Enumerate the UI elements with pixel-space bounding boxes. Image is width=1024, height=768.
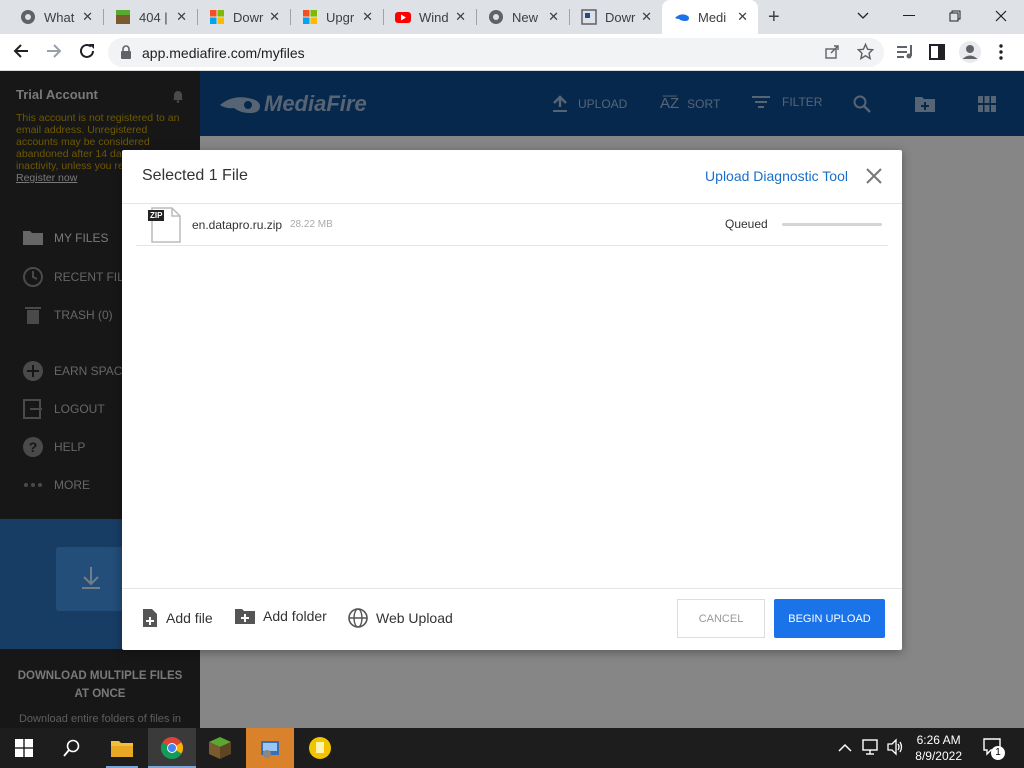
divider: [122, 588, 902, 589]
youtube-icon: [395, 9, 411, 25]
add-folder-icon: [235, 609, 255, 624]
address-bar[interactable]: app.mediafire.com/myfiles: [108, 38, 884, 67]
tab-title: Wind: [419, 9, 449, 25]
add-file-label: Add file: [166, 610, 213, 626]
browser-tab-strip: What ✕ 404 | ✕ Dowr ✕ Upgr ✕ Wind ✕ New …: [0, 0, 1024, 34]
add-folder-button[interactable]: Add folder: [235, 608, 327, 624]
upload-modal: Selected 1 File Upload Diagnostic Tool Z…: [122, 150, 902, 650]
start-button[interactable]: [0, 728, 48, 768]
begin-upload-button[interactable]: BEGIN UPLOAD: [774, 599, 885, 638]
url-text: app.mediafire.com/myfiles: [142, 45, 305, 61]
tab-title: What: [44, 9, 75, 25]
notes-app[interactable]: [296, 728, 344, 768]
browser-tab[interactable]: Dowr ✕: [569, 0, 662, 34]
mediafire-icon: [674, 9, 690, 25]
tab-title: Medi: [698, 9, 727, 25]
media-control-icon[interactable]: [897, 44, 914, 65]
browser-tab[interactable]: Dowr ✕: [197, 0, 291, 34]
forward-icon[interactable]: [45, 42, 63, 65]
minecraft-taskbar-icon: [209, 737, 231, 759]
file-row: ZIP en.datapro.ru.zip 28.22 MB Queued: [136, 204, 888, 246]
minecraft-icon: [115, 9, 131, 25]
minimize-icon[interactable]: [886, 0, 932, 32]
browser-tab[interactable]: Wind ✕: [383, 0, 477, 34]
installer-icon: [261, 741, 279, 758]
upload-progress-bar: [782, 223, 882, 226]
microsoft-icon: [209, 9, 225, 25]
file-name: en.datapro.ru.zip: [192, 218, 283, 232]
browser-tab[interactable]: Upgr ✕: [290, 0, 384, 34]
browser-tab[interactable]: New ✕: [476, 0, 570, 34]
add-folder-label: Add folder: [263, 608, 327, 624]
clock-date: 8/9/2022: [915, 749, 962, 763]
windows-icon: [15, 739, 33, 757]
file-explorer-icon: [111, 741, 133, 757]
share-icon[interactable]: [824, 44, 840, 65]
file-size: 28.22 MB: [290, 219, 333, 230]
tab-title: Dowr: [605, 9, 636, 25]
file-explorer-app[interactable]: [98, 728, 146, 768]
browser-tab[interactable]: What ✕: [8, 0, 104, 34]
close-tab-icon[interactable]: ✕: [455, 9, 466, 25]
cancel-button[interactable]: CANCEL: [677, 599, 765, 638]
volume-icon[interactable]: [886, 738, 904, 761]
web-upload-button[interactable]: Web Upload: [348, 608, 453, 628]
close-window-icon[interactable]: [978, 0, 1024, 32]
taskbar-search-icon: [63, 739, 80, 757]
add-file-button[interactable]: Add file: [142, 608, 213, 628]
browser-tab[interactable]: 404 | ✕: [103, 0, 198, 34]
web-upload-label: Web Upload: [376, 610, 453, 626]
show-hidden-icons[interactable]: [838, 740, 852, 758]
chrome-icon: [488, 9, 504, 25]
close-tab-icon[interactable]: ✕: [641, 9, 652, 25]
notification-center-icon[interactable]: 1: [983, 738, 1005, 761]
tab-search-icon[interactable]: [840, 0, 886, 32]
browser-toolbar: app.mediafire.com/myfiles: [0, 34, 1024, 71]
profile-avatar[interactable]: [959, 41, 981, 68]
search-button[interactable]: [48, 728, 96, 768]
chrome-icon: [20, 9, 36, 25]
close-tab-icon[interactable]: ✕: [269, 9, 280, 25]
upload-diagnostic-link[interactable]: Upload Diagnostic Tool: [705, 168, 848, 184]
modal-title: Selected 1 File: [142, 167, 248, 184]
globe-icon: [348, 608, 368, 628]
restore-icon[interactable]: [932, 0, 978, 32]
network-icon[interactable]: [862, 738, 880, 761]
page-icon: [581, 9, 597, 25]
close-tab-icon[interactable]: ✕: [548, 9, 559, 25]
file-status: Queued: [725, 217, 768, 231]
chrome-menu-icon[interactable]: [999, 44, 1003, 65]
tab-title: New: [512, 9, 539, 25]
close-tab-icon[interactable]: ✕: [82, 9, 93, 25]
chrome-app[interactable]: [148, 728, 196, 768]
installer-app[interactable]: [246, 728, 294, 768]
notification-count-badge: 1: [991, 746, 1005, 760]
bookmark-star-icon[interactable]: [856, 42, 875, 65]
side-panel-icon[interactable]: [929, 44, 945, 65]
system-clock[interactable]: 6:26 AM 8/9/2022: [915, 732, 962, 764]
zip-file-icon: ZIP: [148, 207, 182, 248]
browser-tab-active[interactable]: Medi ✕: [662, 0, 758, 34]
lock-icon: [120, 45, 132, 64]
reload-icon[interactable]: [78, 42, 96, 65]
new-tab-icon[interactable]: +: [768, 6, 780, 29]
tab-title: Upgr: [326, 9, 355, 25]
back-icon[interactable]: [12, 42, 30, 65]
minecraft-app[interactable]: [196, 728, 244, 768]
add-file-icon: [143, 609, 157, 627]
zip-badge: ZIP: [148, 210, 165, 221]
close-icon[interactable]: [864, 166, 884, 186]
tab-title: 404 |: [139, 9, 168, 25]
microsoft-icon: [302, 9, 318, 25]
close-tab-icon[interactable]: ✕: [362, 9, 373, 25]
windows-taskbar: 6:26 AM 8/9/2022 1: [0, 728, 1024, 768]
tab-title: Dowr: [233, 9, 264, 25]
close-tab-icon[interactable]: ✕: [176, 9, 187, 25]
chrome-taskbar-icon: [161, 737, 183, 759]
clock-time: 6:26 AM: [916, 733, 961, 747]
close-tab-icon[interactable]: ✕: [737, 9, 748, 25]
notes-icon: [309, 737, 331, 759]
